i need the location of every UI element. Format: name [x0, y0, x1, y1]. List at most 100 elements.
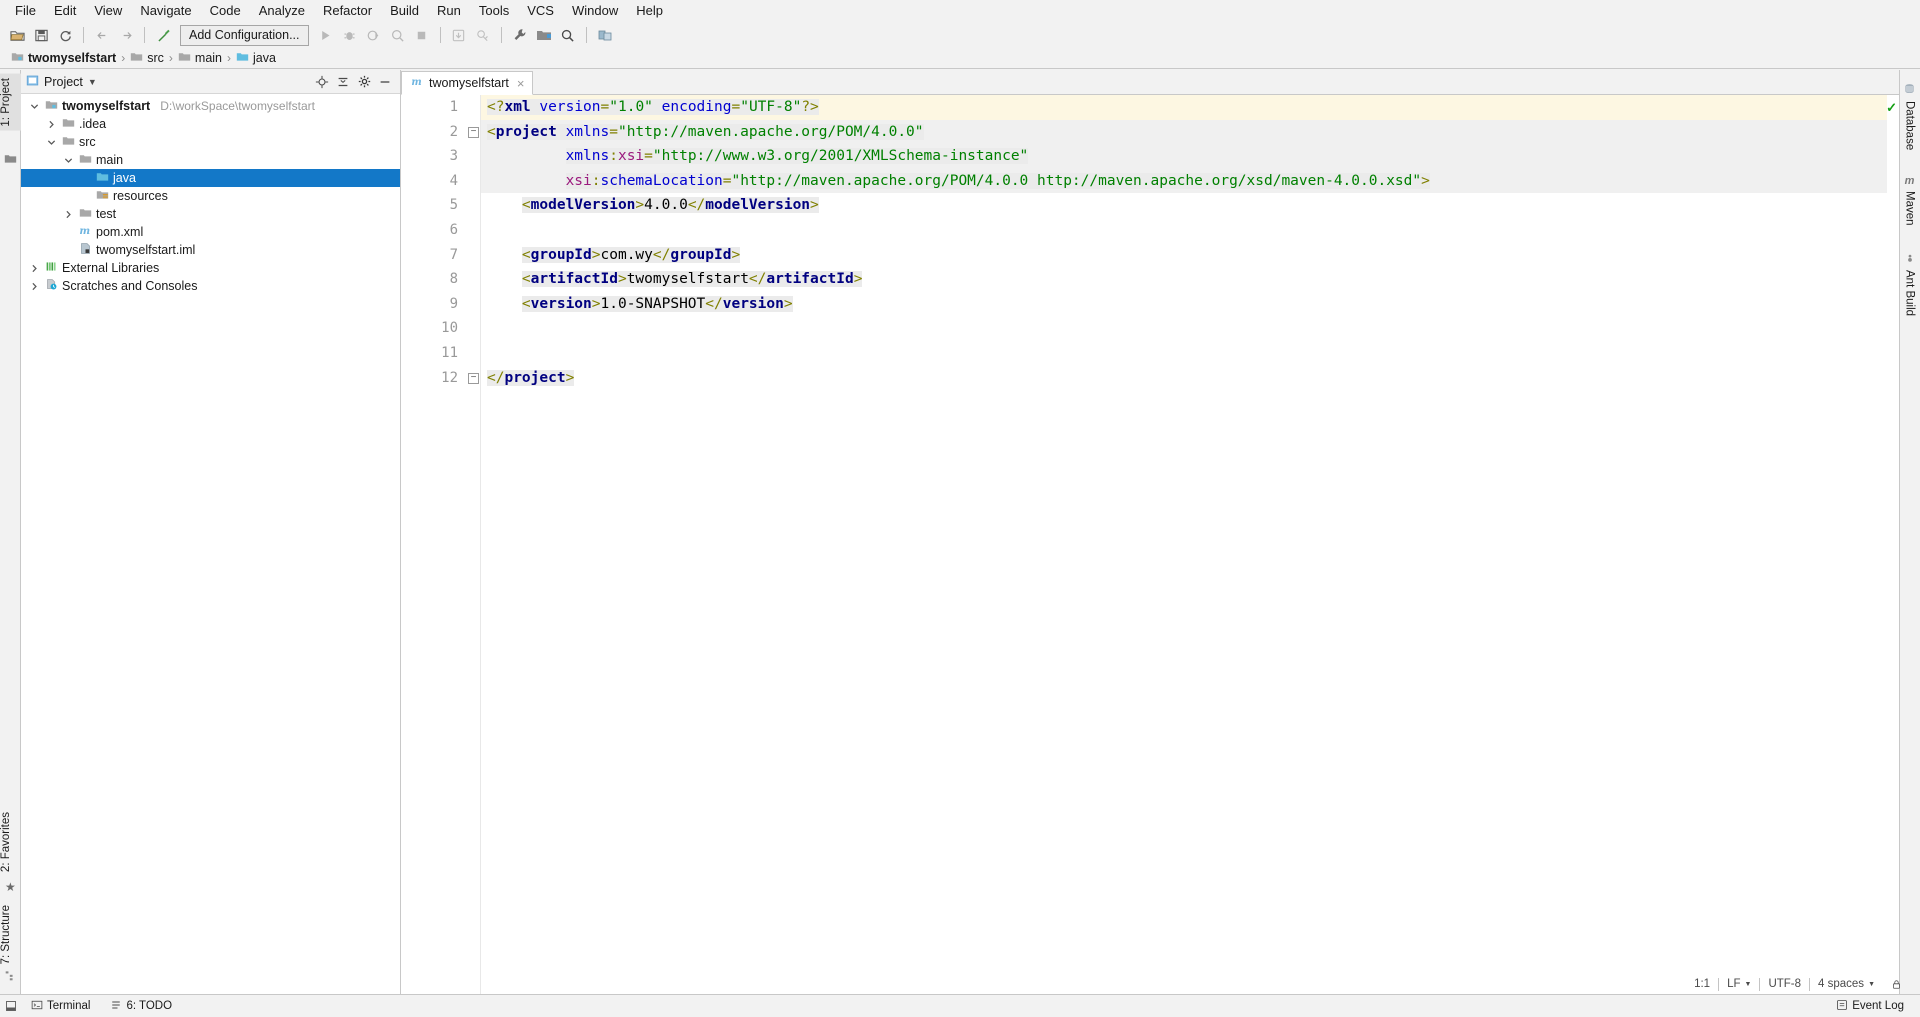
sidebar-item-structure[interactable]: 7: Structure [0, 901, 21, 968]
settings-wrench-icon[interactable] [509, 24, 531, 46]
close-icon[interactable]: × [517, 77, 525, 90]
sidebar-item-database[interactable]: Database [1899, 78, 1920, 155]
code-line[interactable]: xsi:schemaLocation="http://maven.apache.… [481, 168, 1887, 194]
chevron-right-icon[interactable] [27, 264, 41, 273]
line-number[interactable]: 4 [401, 169, 467, 194]
code-line[interactable] [481, 218, 1887, 243]
project-tree[interactable]: twomyselfstart D:\workSpace\twomyselfstar… [21, 94, 400, 994]
tree-item-idea[interactable]: .idea [21, 115, 400, 133]
tree-item-test[interactable]: test [21, 205, 400, 223]
project-view-selector[interactable]: Project ▼ [26, 74, 97, 90]
stop-icon[interactable] [411, 24, 433, 46]
status-terminal-button[interactable]: Terminal [21, 995, 100, 1017]
status-event-log-button[interactable]: Event Log [1828, 999, 1912, 1014]
menu-item-code[interactable]: Code [201, 1, 250, 21]
settings-gear-icon[interactable] [354, 72, 374, 92]
debug-icon[interactable] [339, 24, 361, 46]
menu-item-refactor[interactable]: Refactor [314, 1, 381, 21]
hide-minus-icon[interactable] [375, 72, 395, 92]
menu-item-tools[interactable]: Tools [470, 1, 518, 21]
code-line[interactable]: <modelVersion>4.0.0</modelVersion> [481, 193, 1887, 218]
sidebar-item-ant-build[interactable]: Ant Build [1899, 248, 1920, 321]
menu-item-vcs[interactable]: VCS [518, 1, 563, 21]
project-structure-icon[interactable] [533, 24, 555, 46]
locate-target-icon[interactable] [312, 72, 332, 92]
run-icon[interactable] [315, 24, 337, 46]
profile-icon[interactable] [387, 24, 409, 46]
breadcrumb-item-java[interactable]: java [233, 49, 279, 67]
build-hammer-icon[interactable] [152, 24, 174, 46]
menu-item-help[interactable]: Help [627, 1, 672, 21]
fold-toggle-icon[interactable]: − [468, 126, 479, 138]
run-with-coverage-icon[interactable] [363, 24, 385, 46]
menu-item-build[interactable]: Build [381, 1, 428, 21]
run-configuration-selector[interactable]: Add Configuration... [180, 24, 309, 46]
tree-item-resources[interactable]: resources [21, 187, 400, 205]
code-line[interactable]: xmlns:xsi="http://www.w3.org/2001/XMLSch… [481, 144, 1887, 169]
tree-item-src[interactable]: src [21, 133, 400, 151]
line-number[interactable]: 3 [401, 144, 467, 169]
breadcrumb-item-src[interactable]: src [127, 49, 167, 67]
editor-gutter[interactable]: 1 2 3 4 5 6 7 8 9 10 11 12 [401, 95, 467, 994]
encoding-indicator[interactable]: UTF-8 [1760, 978, 1809, 990]
open-folder-icon[interactable] [6, 24, 28, 46]
indent-indicator[interactable]: 4 spaces ▼ [1810, 978, 1883, 990]
line-number[interactable]: 1 [401, 95, 467, 120]
menu-item-edit[interactable]: Edit [45, 1, 85, 21]
menu-item-window[interactable]: Window [563, 1, 627, 21]
collapse-all-icon[interactable] [333, 72, 353, 92]
chevron-down-icon[interactable] [27, 102, 41, 111]
lock-icon[interactable] [1883, 979, 1910, 990]
code-line[interactable]: </project> [481, 366, 1887, 391]
tree-item-main[interactable]: main [21, 151, 400, 169]
sync-refresh-icon[interactable] [54, 24, 76, 46]
line-number[interactable]: 11 [401, 341, 467, 366]
tree-item-twomyselfstart-iml[interactable]: twomyselfstart.iml [21, 241, 400, 259]
caret-position-indicator[interactable]: 1:1 [1686, 978, 1718, 990]
save-all-icon[interactable] [30, 24, 52, 46]
editor-tab-pom[interactable]: m twomyselfstart × [401, 71, 534, 95]
line-number[interactable]: 7 [401, 243, 467, 268]
tree-item-scratches-and-consoles[interactable]: Scratches and Consoles [21, 277, 400, 295]
chevron-down-icon[interactable] [44, 138, 58, 147]
menu-item-view[interactable]: View [85, 1, 131, 21]
layout-icon[interactable] [594, 24, 616, 46]
chevron-right-icon[interactable] [27, 282, 41, 291]
line-number[interactable]: 2 [401, 120, 467, 145]
fold-toggle-icon[interactable]: − [468, 372, 479, 384]
forward-arrow-icon[interactable] [115, 24, 137, 46]
show-tool-windows-icon[interactable] [0, 1000, 21, 1012]
line-number[interactable]: 10 [401, 316, 467, 341]
code-line[interactable]: <groupId>com.wy</groupId> [481, 243, 1887, 268]
update-project-icon[interactable] [448, 24, 470, 46]
line-number[interactable]: 6 [401, 218, 467, 243]
editor-markup-bar[interactable]: ✓ [1886, 95, 1899, 994]
line-number[interactable]: 9 [401, 292, 467, 317]
code-line[interactable]: <artifactId>twomyselfstart</artifactId> [481, 267, 1887, 292]
tree-item-twomyselfstart[interactable]: twomyselfstart D:\workSpace\twomyselfstar… [21, 97, 400, 115]
code-line[interactable] [481, 316, 1887, 341]
chevron-right-icon[interactable] [44, 120, 58, 129]
search-everywhere-icon[interactable] [557, 24, 579, 46]
code-line[interactable]: <project xmlns="http://maven.apache.org/… [481, 119, 1887, 145]
line-separator-indicator[interactable]: LF ▼ [1719, 978, 1759, 990]
editor-fold-column[interactable]: − − [467, 95, 481, 994]
chevron-down-icon[interactable]: ▼ [88, 77, 97, 87]
tree-item-external-libraries[interactable]: External Libraries [21, 259, 400, 277]
sidebar-item-maven[interactable]: m Maven [1899, 170, 1920, 231]
tree-item-java[interactable]: java [21, 169, 400, 187]
back-arrow-icon[interactable] [91, 24, 113, 46]
menu-item-navigate[interactable]: Navigate [131, 1, 200, 21]
code-line[interactable] [481, 341, 1887, 366]
line-number[interactable]: 8 [401, 267, 467, 292]
sidebar-item-project[interactable]: 1: Project [0, 74, 21, 131]
chevron-right-icon[interactable] [61, 210, 75, 219]
menu-item-run[interactable]: Run [428, 1, 470, 21]
code-line[interactable]: <version>1.0-SNAPSHOT</version> [481, 292, 1887, 317]
code-content[interactable]: <?xml version="1.0" encoding="UTF-8"?> <p… [481, 95, 1887, 994]
code-line[interactable]: <?xml version="1.0" encoding="UTF-8"?> [481, 95, 1887, 120]
commit-icon[interactable] [472, 24, 494, 46]
breadcrumb-item-main[interactable]: main [175, 49, 225, 67]
line-number[interactable]: 5 [401, 193, 467, 218]
tree-item-pom-xml[interactable]: m pom.xml [21, 223, 400, 241]
